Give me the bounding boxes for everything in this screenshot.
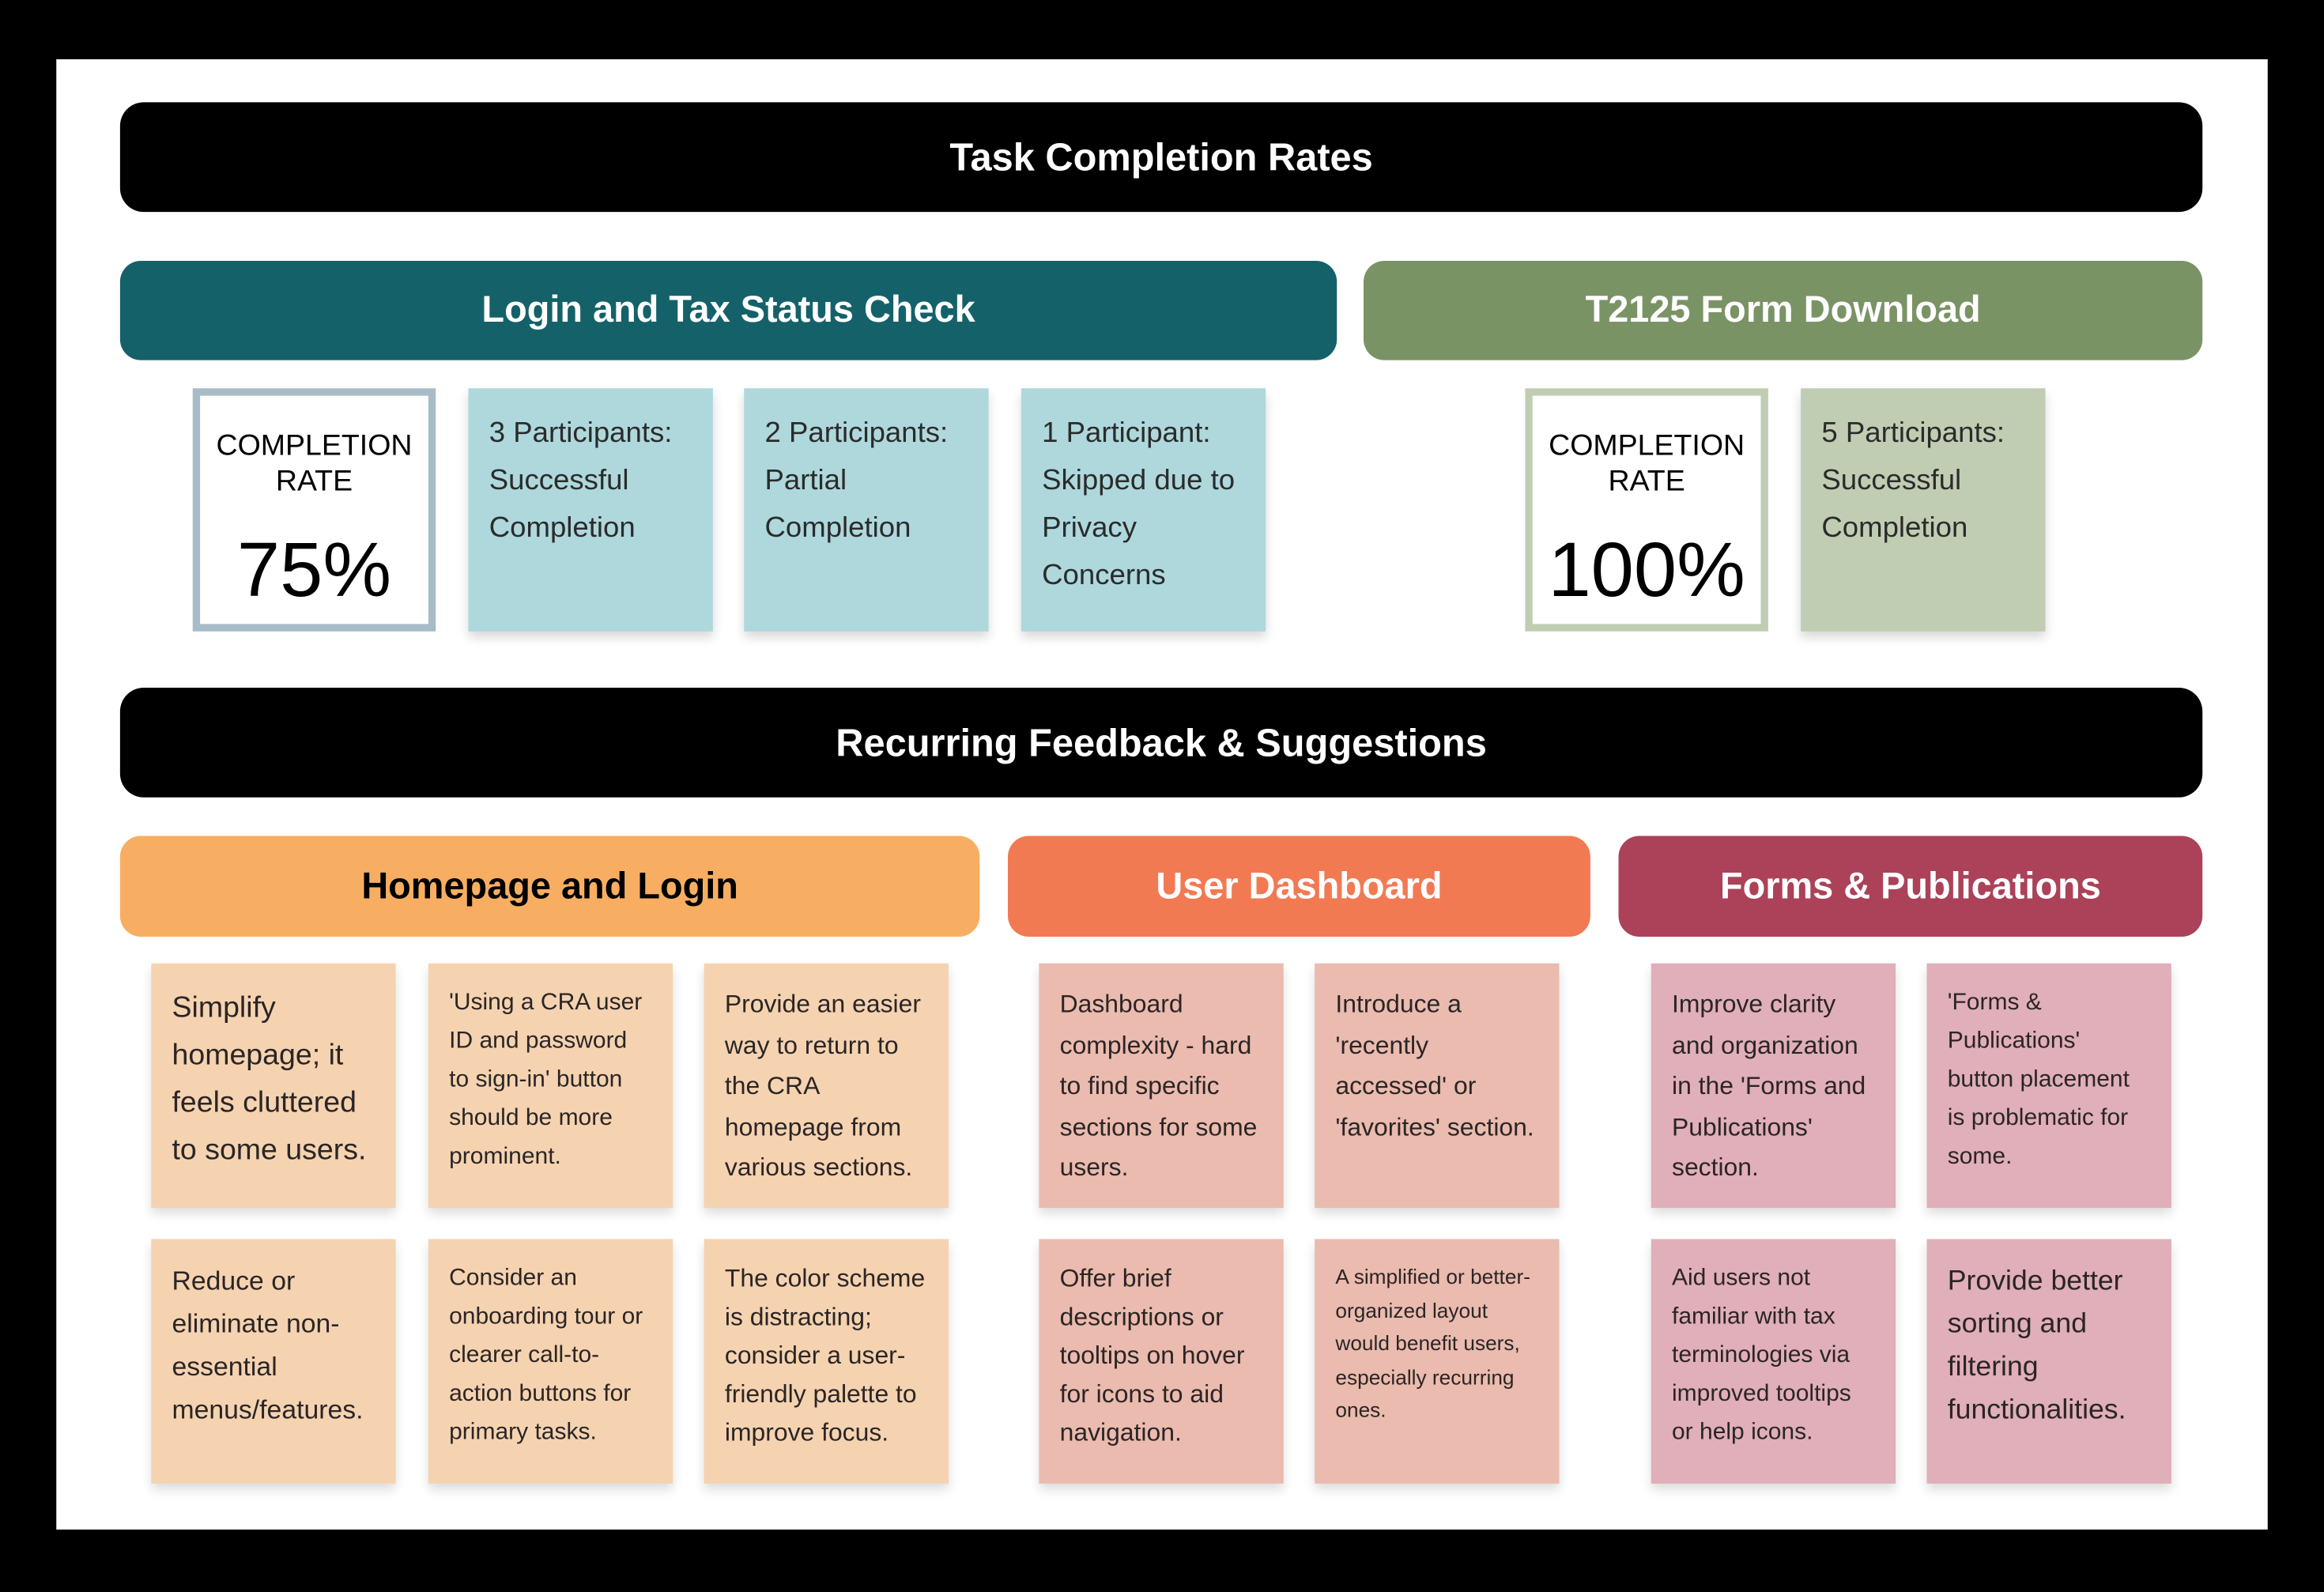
sticky-note: 'Forms & Publications' button placement … (1926, 963, 2171, 1209)
sticky-note: Consider an onboarding tour or clearer c… (428, 1239, 673, 1484)
sticky-note: Offer brief descriptions or tooltips on … (1039, 1239, 1284, 1484)
task-header-t2125: T2125 Form Download (1364, 261, 2203, 360)
sticky-note: A simplified or better-organized layout … (1315, 1239, 1560, 1484)
task-title-t2125: T2125 Form Download (1585, 289, 1981, 331)
board: Task Completion Rates Login and Tax Stat… (0, 0, 2324, 1592)
sticky-note: 'Using a CRA user ID and password to sig… (428, 963, 673, 1209)
sticky-note: Reduce or eliminate non-essential menus/… (151, 1239, 396, 1484)
sticky-note: Improve clarity and organization in the … (1651, 963, 1896, 1209)
completion-label: COMPLETION RATE (1549, 428, 1745, 500)
participant-card: 1 Participant: Skipped due to Privacy Co… (1021, 388, 1266, 632)
sticky-note: Dashboard complexity - hard to find spec… (1039, 963, 1284, 1209)
completion-value: 75% (236, 527, 392, 614)
sticky-note: Aid users not familiar with tax terminol… (1651, 1239, 1896, 1484)
category-header-forms: Forms & Publications (1618, 836, 2203, 937)
feedback-title-bar: Recurring Feedback & Suggestions (119, 688, 2203, 798)
completion-label: COMPLETION RATE (217, 428, 413, 500)
completion-rate-login: COMPLETION RATE 75% (192, 388, 436, 632)
sticky-note: Provide an easier way to return to the C… (704, 963, 949, 1209)
participant-card: 2 Participants: Partial Completion (744, 388, 989, 632)
sticky-note: Simplify homepage; it feels cluttered to… (151, 963, 396, 1209)
sticky-note: Introduce a 'recently accessed' or 'favo… (1315, 963, 1560, 1209)
completion-label-line2: RATE (1608, 465, 1685, 498)
completion-label-line2: RATE (275, 465, 353, 498)
participant-card: 5 Participants: Successful Completion (1801, 388, 2046, 632)
task-title-login: Login and Tax Status Check (481, 289, 975, 331)
category-title: User Dashboard (1156, 865, 1443, 907)
completion-label-line1: COMPLETION (1549, 429, 1745, 462)
task-header-login: Login and Tax Status Check (119, 261, 1337, 360)
category-title: Forms & Publications (1719, 865, 2101, 907)
category-header-homepage: Homepage and Login (119, 836, 980, 937)
completion-value: 100% (1548, 527, 1745, 614)
page-title: Task Completion Rates (949, 134, 1373, 179)
category-title: Homepage and Login (361, 865, 738, 907)
sticky-note: Provide better sorting and filtering fun… (1926, 1239, 2171, 1484)
category-header-dashboard: User Dashboard (1008, 836, 1590, 937)
sticky-note: The color scheme is distracting; conside… (704, 1239, 949, 1484)
title-bar: Task Completion Rates (119, 102, 2203, 213)
participant-card: 3 Participants: Successful Completion (468, 388, 713, 632)
completion-label-line1: COMPLETION (216, 429, 413, 462)
feedback-title: Recurring Feedback & Suggestions (836, 719, 1487, 764)
completion-rate-t2125: COMPLETION RATE 100% (1525, 388, 1768, 632)
